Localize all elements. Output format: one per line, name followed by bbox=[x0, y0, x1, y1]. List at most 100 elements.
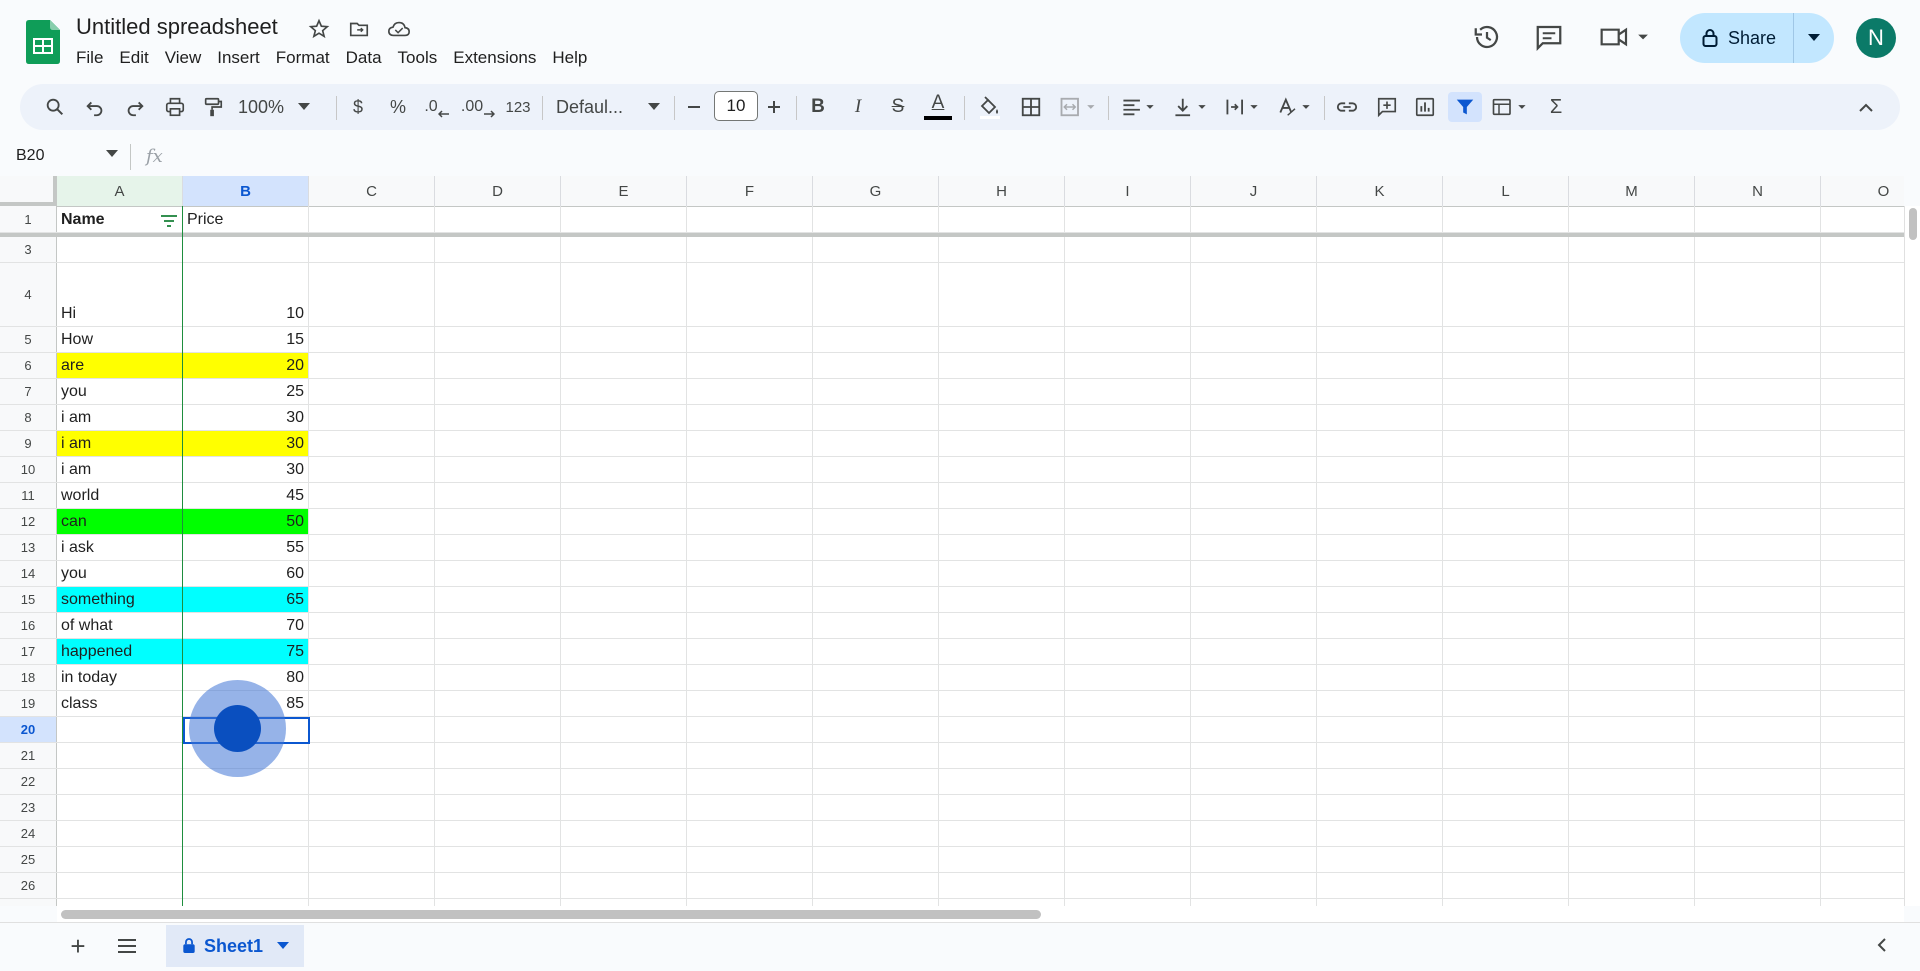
cell-d20[interactable] bbox=[435, 717, 561, 742]
column-header-n[interactable]: N bbox=[1695, 176, 1821, 206]
cell-o5[interactable] bbox=[1821, 327, 1904, 352]
cell-c6[interactable] bbox=[309, 353, 435, 378]
cell-l1[interactable] bbox=[1443, 206, 1569, 232]
menu-extensions[interactable]: Extensions bbox=[445, 46, 544, 70]
cell-k27[interactable] bbox=[1317, 899, 1443, 906]
cell-b3[interactable] bbox=[183, 237, 309, 262]
cell-o13[interactable] bbox=[1821, 535, 1904, 560]
cell-a7[interactable]: you bbox=[57, 379, 183, 404]
row-header[interactable]: 13 bbox=[0, 535, 57, 560]
cell-e11[interactable] bbox=[561, 483, 687, 508]
cell-c8[interactable] bbox=[309, 405, 435, 430]
cell-o27[interactable] bbox=[1821, 899, 1904, 906]
menu-edit[interactable]: Edit bbox=[111, 46, 156, 70]
cell-j21[interactable] bbox=[1191, 743, 1317, 768]
cell-h16[interactable] bbox=[939, 613, 1065, 638]
cell-d27[interactable] bbox=[435, 899, 561, 906]
cell-o3[interactable] bbox=[1821, 237, 1904, 262]
filter-views-icon[interactable] bbox=[1488, 92, 1532, 122]
decrease-font-size-icon[interactable] bbox=[684, 92, 704, 122]
cell-l9[interactable] bbox=[1443, 431, 1569, 456]
cell-i12[interactable] bbox=[1065, 509, 1191, 534]
cell-l21[interactable] bbox=[1443, 743, 1569, 768]
cell-e24[interactable] bbox=[561, 821, 687, 846]
cell-l18[interactable] bbox=[1443, 665, 1569, 690]
cell-o11[interactable] bbox=[1821, 483, 1904, 508]
cell-f24[interactable] bbox=[687, 821, 813, 846]
fill-color-icon[interactable] bbox=[974, 92, 1004, 122]
cell-l17[interactable] bbox=[1443, 639, 1569, 664]
cell-d3[interactable] bbox=[435, 237, 561, 262]
filter-toggle-icon[interactable] bbox=[1448, 92, 1482, 122]
hide-menus-chevron-up-icon[interactable] bbox=[1852, 92, 1880, 122]
cell-i14[interactable] bbox=[1065, 561, 1191, 586]
cell-i11[interactable] bbox=[1065, 483, 1191, 508]
text-rotation-icon[interactable] bbox=[1274, 92, 1316, 122]
cell-l19[interactable] bbox=[1443, 691, 1569, 716]
sheets-logo-icon[interactable] bbox=[26, 20, 60, 64]
cell-l5[interactable] bbox=[1443, 327, 1569, 352]
currency-format-button[interactable]: $ bbox=[346, 92, 370, 122]
cell-g9[interactable] bbox=[813, 431, 939, 456]
cell-e8[interactable] bbox=[561, 405, 687, 430]
cell-d13[interactable] bbox=[435, 535, 561, 560]
cell-i15[interactable] bbox=[1065, 587, 1191, 612]
bold-button[interactable]: B bbox=[808, 92, 828, 122]
cell-b8[interactable]: 30 bbox=[183, 405, 309, 430]
cell-f3[interactable] bbox=[687, 237, 813, 262]
row-header[interactable]: 9 bbox=[0, 431, 57, 456]
frozen-row-divider[interactable] bbox=[0, 233, 1904, 237]
cell-n26[interactable] bbox=[1695, 873, 1821, 898]
cell-a17[interactable]: happened bbox=[57, 639, 183, 664]
column-header-h[interactable]: H bbox=[939, 176, 1065, 206]
cell-c19[interactable] bbox=[309, 691, 435, 716]
menu-insert[interactable]: Insert bbox=[209, 46, 268, 70]
cell-g15[interactable] bbox=[813, 587, 939, 612]
cell-g12[interactable] bbox=[813, 509, 939, 534]
cell-d15[interactable] bbox=[435, 587, 561, 612]
cell-h3[interactable] bbox=[939, 237, 1065, 262]
spreadsheet-grid[interactable]: ABCDEFGHIJKLMNO 1 Name Price 3 4 Hi 10 5 How 15 6 a… bbox=[0, 176, 1904, 906]
cell-c23[interactable] bbox=[309, 795, 435, 820]
menu-file[interactable]: File bbox=[68, 46, 111, 70]
cell-l6[interactable] bbox=[1443, 353, 1569, 378]
cell-f13[interactable] bbox=[687, 535, 813, 560]
cell-a10[interactable]: i am bbox=[57, 457, 183, 482]
cell-i25[interactable] bbox=[1065, 847, 1191, 872]
cell-m14[interactable] bbox=[1569, 561, 1695, 586]
cell-c24[interactable] bbox=[309, 821, 435, 846]
cell-b16[interactable]: 70 bbox=[183, 613, 309, 638]
cell-a6[interactable]: are bbox=[57, 353, 183, 378]
cell-c25[interactable] bbox=[309, 847, 435, 872]
cell-l23[interactable] bbox=[1443, 795, 1569, 820]
cell-n14[interactable] bbox=[1695, 561, 1821, 586]
column-header-k[interactable]: K bbox=[1317, 176, 1443, 206]
row-header[interactable]: 20 bbox=[0, 717, 57, 742]
cell-j19[interactable] bbox=[1191, 691, 1317, 716]
cell-e15[interactable] bbox=[561, 587, 687, 612]
cell-h21[interactable] bbox=[939, 743, 1065, 768]
cell-d8[interactable] bbox=[435, 405, 561, 430]
row-header[interactable]: 3 bbox=[0, 237, 57, 262]
cell-k1[interactable] bbox=[1317, 206, 1443, 232]
paint-format-icon[interactable] bbox=[198, 92, 228, 122]
cell-f6[interactable] bbox=[687, 353, 813, 378]
add-sheet-icon[interactable]: + bbox=[64, 931, 92, 961]
cell-i26[interactable] bbox=[1065, 873, 1191, 898]
cell-d23[interactable] bbox=[435, 795, 561, 820]
cell-a22[interactable] bbox=[57, 769, 183, 794]
cell-e12[interactable] bbox=[561, 509, 687, 534]
cell-a4[interactable]: Hi bbox=[57, 263, 183, 326]
text-wrapping-icon[interactable] bbox=[1222, 92, 1264, 122]
cell-n11[interactable] bbox=[1695, 483, 1821, 508]
cell-k22[interactable] bbox=[1317, 769, 1443, 794]
menu-tools[interactable]: Tools bbox=[390, 46, 446, 70]
insert-chart-icon[interactable] bbox=[1410, 92, 1440, 122]
menu-view[interactable]: View bbox=[157, 46, 210, 70]
cell-k7[interactable] bbox=[1317, 379, 1443, 404]
cell-d7[interactable] bbox=[435, 379, 561, 404]
cell-i20[interactable] bbox=[1065, 717, 1191, 742]
comments-icon[interactable] bbox=[1532, 20, 1566, 54]
cell-e18[interactable] bbox=[561, 665, 687, 690]
cell-k25[interactable] bbox=[1317, 847, 1443, 872]
